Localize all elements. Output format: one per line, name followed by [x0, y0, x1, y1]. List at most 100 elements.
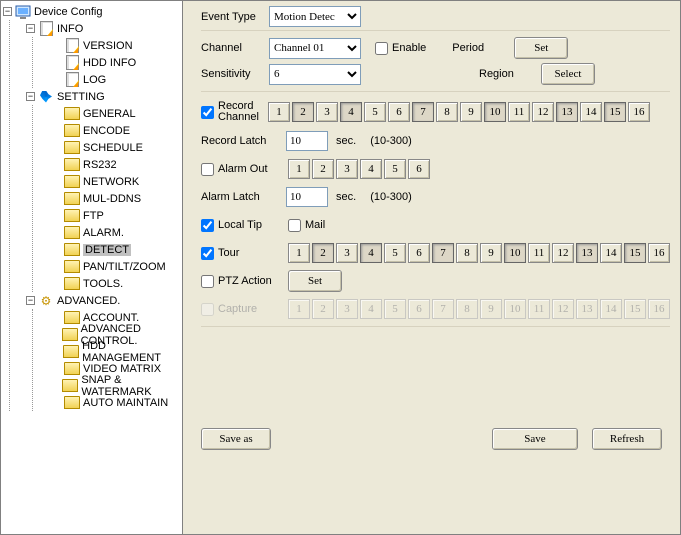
channel-3-toggle[interactable]: 3 — [316, 102, 338, 122]
channel-9-toggle[interactable]: 9 — [480, 243, 502, 263]
device-icon — [15, 5, 31, 18]
alarm-out-checkbox[interactable] — [201, 163, 214, 176]
channel-1-toggle[interactable]: 1 — [288, 159, 310, 179]
channel-11-toggle[interactable]: 11 — [508, 102, 530, 122]
tree-item[interactable]: LOG — [49, 71, 182, 88]
channel-8-toggle[interactable]: 8 — [436, 102, 458, 122]
channel-3-toggle: 3 — [336, 299, 358, 319]
folder-icon — [64, 124, 80, 137]
channel-6-toggle[interactable]: 6 — [388, 102, 410, 122]
label-local-tip: Local Tip — [218, 219, 288, 231]
channel-4-toggle[interactable]: 4 — [360, 159, 382, 179]
tree-item[interactable]: GENERAL — [49, 105, 182, 122]
tree-item[interactable]: FTP — [49, 207, 182, 224]
channel-8-toggle[interactable]: 8 — [456, 243, 478, 263]
channel-5-toggle[interactable]: 5 — [384, 159, 406, 179]
tree-root-item[interactable]: −Device Config — [3, 3, 182, 20]
save-as-button[interactable]: Save as — [201, 428, 271, 450]
tree-item[interactable]: ENCODE — [49, 122, 182, 139]
tree-item[interactable]: NETWORK — [49, 173, 182, 190]
refresh-button[interactable]: Refresh — [592, 428, 662, 450]
expander-icon[interactable]: − — [26, 92, 35, 101]
channel-9-toggle[interactable]: 9 — [460, 102, 482, 122]
tree-item[interactable]: VERSION — [49, 37, 182, 54]
label-event-type: Event Type — [201, 11, 269, 23]
tree-item[interactable]: MUL-DDNS — [49, 190, 182, 207]
channel-13-toggle[interactable]: 13 — [556, 102, 578, 122]
channel-16-toggle[interactable]: 16 — [628, 102, 650, 122]
tree-item-label: DETECT — [83, 244, 131, 256]
sensitivity-select[interactable]: 6 — [269, 64, 361, 85]
local-tip-checkbox[interactable] — [201, 219, 214, 232]
channel-14-toggle[interactable]: 14 — [580, 102, 602, 122]
expander-icon[interactable]: − — [26, 24, 35, 33]
folder-icon — [64, 107, 80, 120]
tree-item-label: GENERAL — [83, 108, 136, 120]
channel-16-toggle[interactable]: 16 — [648, 243, 670, 263]
expander-icon[interactable]: − — [26, 296, 35, 305]
record-latch-input[interactable] — [286, 131, 328, 151]
tree-item[interactable]: TOOLS. — [49, 275, 182, 292]
channel-select[interactable]: Channel 01 — [269, 38, 361, 59]
channel-4-toggle[interactable]: 4 — [360, 243, 382, 263]
tree-item[interactable]: −SETTING — [26, 88, 182, 105]
channel-3-toggle[interactable]: 3 — [336, 159, 358, 179]
label-capture: Capture — [218, 303, 288, 315]
channel-2-toggle[interactable]: 2 — [312, 243, 334, 263]
tour-buttons: 12345678910111213141516 — [288, 243, 670, 263]
tour-checkbox[interactable] — [201, 247, 214, 260]
channel-10-toggle[interactable]: 10 — [484, 102, 506, 122]
tree-item[interactable]: HDD INFO — [49, 54, 182, 71]
tree-item[interactable]: ALARM. — [49, 224, 182, 241]
save-button[interactable]: Save — [492, 428, 578, 450]
tree-item-label: TOOLS. — [83, 278, 123, 290]
period-set-button[interactable]: Set — [514, 37, 568, 59]
tree-item[interactable]: PAN/TILT/ZOOM — [49, 258, 182, 275]
channel-11-toggle[interactable]: 11 — [528, 243, 550, 263]
tree-item[interactable]: − ADVANCED. — [26, 292, 182, 309]
tree-item[interactable]: AUTO MAINTAIN — [49, 394, 182, 411]
tree-item-label: HDD MANAGEMENT — [82, 340, 182, 364]
channel-5-toggle[interactable]: 5 — [384, 243, 406, 263]
tree-item[interactable]: SNAP & WATERMARK — [49, 377, 182, 394]
channel-15-toggle[interactable]: 15 — [604, 102, 626, 122]
channel-15-toggle[interactable]: 15 — [624, 243, 646, 263]
event-type-select[interactable]: Motion Detec — [269, 6, 361, 27]
channel-12-toggle[interactable]: 12 — [532, 102, 554, 122]
tree-item[interactable]: SCHEDULE — [49, 139, 182, 156]
region-select-button[interactable]: Select — [541, 63, 595, 85]
channel-14-toggle[interactable]: 14 — [600, 243, 622, 263]
channel-6-toggle[interactable]: 6 — [408, 243, 430, 263]
ptz-set-button[interactable]: Set — [288, 270, 342, 292]
channel-10-toggle[interactable]: 10 — [504, 243, 526, 263]
expander-icon[interactable]: − — [3, 7, 12, 16]
channel-2-toggle[interactable]: 2 — [312, 159, 334, 179]
channel-6-toggle[interactable]: 6 — [408, 159, 430, 179]
channel-7-toggle[interactable]: 7 — [432, 243, 454, 263]
folder-icon — [64, 158, 80, 171]
tree-item[interactable]: RS232 — [49, 156, 182, 173]
channel-2-toggle[interactable]: 2 — [292, 102, 314, 122]
tree-item-label: ADVANCED. — [57, 295, 120, 307]
channel-1-toggle[interactable]: 1 — [268, 102, 290, 122]
config-panel: Event Type Motion Detec Channel Channel … — [183, 0, 681, 535]
tree-item[interactable]: HDD MANAGEMENT — [49, 343, 182, 360]
channel-5-toggle[interactable]: 5 — [364, 102, 386, 122]
channel-4-toggle[interactable]: 4 — [340, 102, 362, 122]
mail-checkbox[interactable] — [288, 219, 301, 232]
ptz-action-checkbox[interactable] — [201, 275, 214, 288]
tree-item[interactable]: −INFO — [26, 20, 182, 37]
alarm-latch-input[interactable] — [286, 187, 328, 207]
channel-13-toggle[interactable]: 13 — [576, 243, 598, 263]
channel-7-toggle[interactable]: 7 — [412, 102, 434, 122]
channel-3-toggle[interactable]: 3 — [336, 243, 358, 263]
folder-icon — [64, 396, 80, 409]
channel-12-toggle[interactable]: 12 — [552, 243, 574, 263]
folder-icon — [64, 277, 80, 290]
record-channel-checkbox[interactable] — [201, 106, 214, 119]
tree-item-label: SCHEDULE — [83, 142, 143, 154]
tree-item[interactable]: DETECT — [49, 241, 182, 258]
channel-1-toggle[interactable]: 1 — [288, 243, 310, 263]
enable-checkbox[interactable] — [375, 42, 388, 55]
doc-icon — [64, 56, 80, 69]
